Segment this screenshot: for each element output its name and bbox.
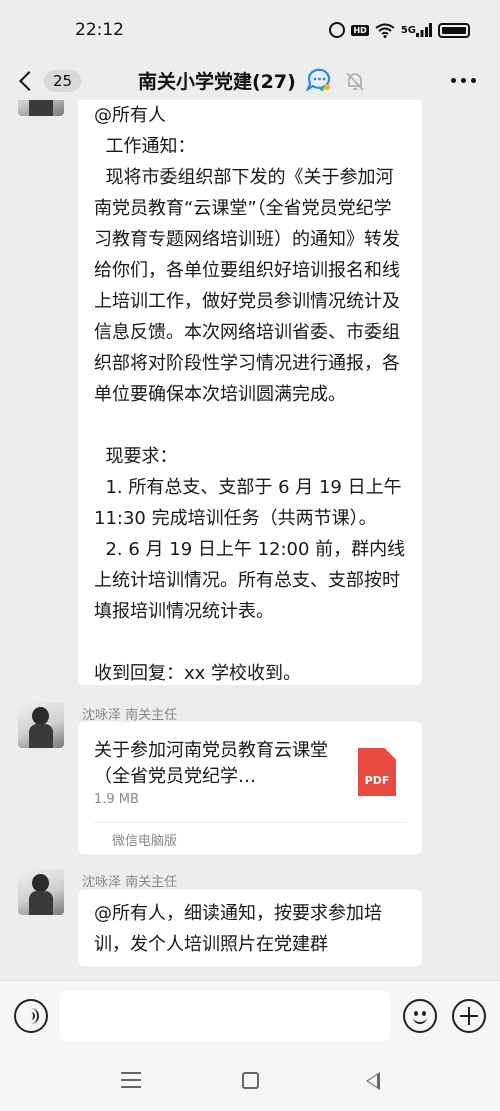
menu-icon[interactable] [121, 1072, 141, 1088]
status-icons: HD 5G [329, 22, 470, 38]
unread-count-badge: 25 [44, 70, 82, 92]
status-bar: 22:12 HD 5G [0, 0, 500, 62]
message-bubble[interactable]: @所有人，细读通知，按要求参加培训，发个人培训照片在党建群 [78, 890, 422, 966]
system-nav-bar [0, 1050, 500, 1111]
battery-icon [438, 22, 470, 38]
sender-name: 沈咏泽 南关主任 [82, 875, 178, 890]
pdf-file-icon: PDF [358, 748, 396, 796]
voice-icon[interactable] [14, 999, 48, 1033]
chat-header: 25 南关小学党建(27) [0, 62, 500, 100]
wifi-icon [375, 23, 395, 38]
input-bar [0, 980, 500, 1050]
message-bubble[interactable]: @所有人 工作通知： 现将市委组织部下发的《关于参加河南党员教育“云课堂”（全省… [78, 100, 422, 685]
status-time: 22:12 [75, 20, 124, 40]
hd-icon: HD [351, 24, 369, 36]
chevron-left-icon [19, 71, 39, 91]
avatar[interactable] [18, 869, 64, 915]
message-text: @所有人，细读通知，按要求参加培训，发个人培训照片在党建群 [94, 903, 382, 955]
chat-message-list[interactable]: @所有人 工作通知： 现将市委组织部下发的《关于参加河南党员教育“云课堂”（全省… [0, 100, 500, 980]
more-dots-icon[interactable] [451, 78, 476, 83]
message-text: @所有人 工作通知： 现将市委组织部下发的《关于参加河南党员教育“云课堂”（全省… [94, 105, 406, 684]
pdf-label: PDF [364, 774, 390, 787]
avatar[interactable] [18, 100, 64, 116]
group-chat-badge-icon [306, 68, 331, 92]
message-input[interactable] [60, 991, 390, 1041]
emoji-icon[interactable] [403, 999, 437, 1033]
divider [94, 822, 406, 823]
network-label: 5G [400, 24, 416, 36]
chat-title: 南关小学党建(27) [138, 71, 296, 93]
back-triangle-icon[interactable] [366, 1072, 380, 1090]
sender-name: 沈咏泽 南关主任 [82, 708, 178, 723]
alarm-icon [329, 22, 346, 38]
file-size: 1.9 MB [94, 792, 139, 807]
mute-bell-icon [346, 72, 364, 91]
5g-signal-icon: 5G [401, 23, 432, 37]
file-source-label: 微信电脑版 [112, 834, 178, 849]
home-icon[interactable] [242, 1072, 259, 1089]
avatar[interactable] [18, 702, 64, 748]
back-button[interactable]: 25 [14, 64, 84, 98]
plus-icon[interactable] [452, 999, 486, 1033]
file-name: 关于参加河南党员教育云课堂（全省党员党纪学… [94, 740, 328, 787]
file-message-bubble[interactable]: 关于参加河南党员教育云课堂（全省党员党纪学… 1.9 MB PDF 微信电脑版 [78, 722, 422, 854]
